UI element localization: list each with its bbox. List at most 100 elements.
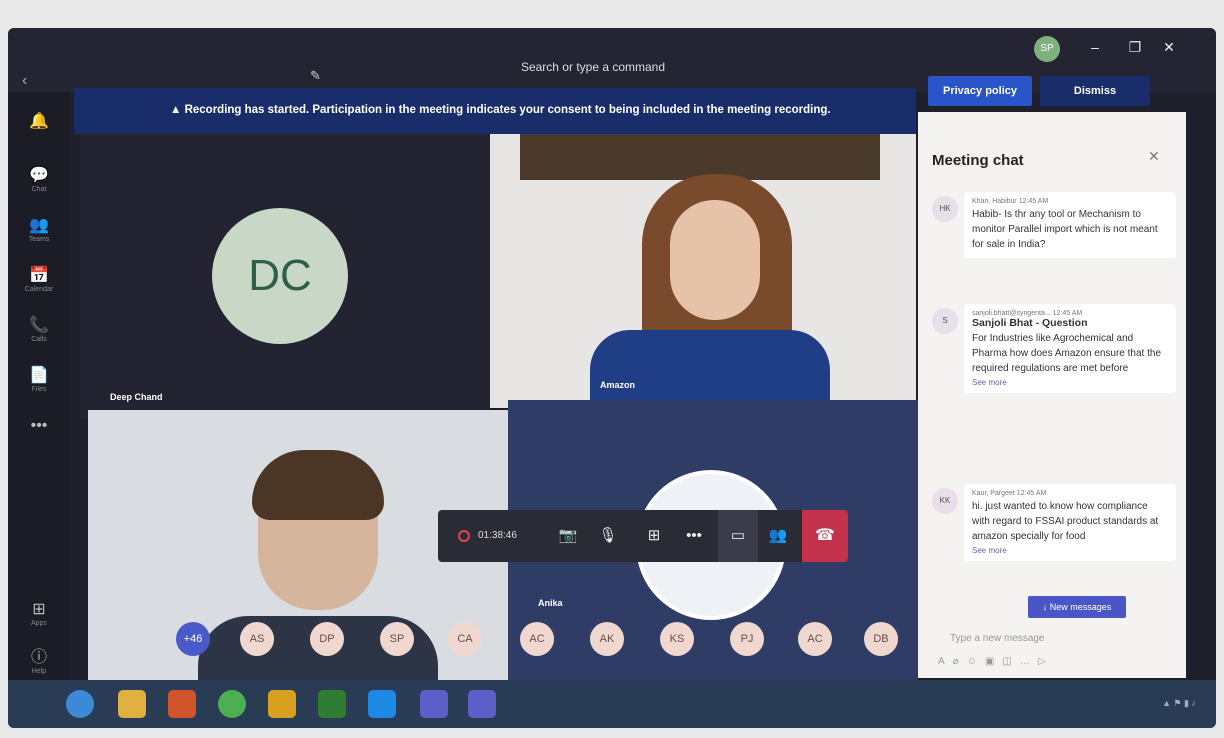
close-window-button[interactable]: ✕ [1158,36,1180,58]
more-participants-bubble[interactable]: +46 [176,622,210,656]
mic-icon: 🎙 [598,527,618,544]
participant-bubble[interactable]: AK [590,622,624,656]
meeting-chat-panel: Meeting chat ✕ HK Khan, Habibur 12:45 AM… [918,112,1186,678]
gif-icon[interactable]: ▣ [985,656,1002,667]
search-input[interactable]: Search or type a command [478,54,708,80]
participant-avatar: DC [212,208,348,344]
new-messages-button[interactable]: ↓ New messages [1028,596,1126,618]
camera-off-icon: 📷 [558,527,578,544]
teams-window: ‹ ✎ Search or type a command SP – ❐ ✕ 🔔 … [8,28,1216,728]
avatar[interactable]: SP [1034,36,1060,62]
teams-meeting-icon[interactable] [468,690,496,718]
see-more-link[interactable]: See more [972,546,1168,555]
avatar: S [932,308,958,334]
message-body: Habib- Is thr any tool or Mechanism to m… [972,209,1158,250]
participant-bubble[interactable]: SP [380,622,414,656]
file-explorer-icon[interactable] [118,690,146,718]
video-feed-body [590,330,830,408]
participant-bubble[interactable]: PJ [730,622,764,656]
camera-button[interactable]: 📷 [548,510,588,562]
left-rail: 🔔 💬 Chat 👥 Teams 📅 Calendar 📞 Calls 📄 Fi… [8,92,70,682]
participant-bubble[interactable]: KS [660,622,694,656]
participants-button[interactable]: 👥 [758,510,798,562]
calendar-button[interactable]: 📅 Calendar [18,266,60,308]
message-card: sanjoli.bhatt@syngenta... 12:45 AM Sanjo… [964,304,1176,393]
video-tile-amazon[interactable]: Amazon [490,134,916,408]
back-arrow-icon[interactable]: ‹ [22,72,27,90]
recording-banner: ▲ Recording has started. Participation i… [74,88,916,134]
video-tile-dc[interactable]: DC Deep Chand [80,134,490,418]
apps-icon: ⊞ [32,601,46,618]
participant-bubble[interactable]: CA [448,622,482,656]
activity-button[interactable]: 🔔 [18,112,60,154]
message-meta: Kaur, Pargeet 12:45 AM [972,490,1047,497]
wall-art [520,134,880,180]
see-more-link[interactable]: See more [972,378,1168,387]
video-feed-face [670,200,760,320]
ie-icon[interactable] [368,690,396,718]
send-icon[interactable]: ▷ [1038,656,1054,667]
format-icon[interactable]: A [938,656,953,667]
rail-label: Teams [28,236,50,243]
compose-toolbar: A⌀☺▣◫…▷ [938,656,1178,674]
more-icon: ••• [30,417,48,434]
media-player-icon[interactable] [168,690,196,718]
apps-button[interactable]: ⊞ Apps [18,600,60,642]
participant-bubble[interactable]: AC [520,622,554,656]
more-actions-button[interactable]: ••• [674,510,714,562]
attach-icon[interactable]: ⌀ [953,656,967,667]
calls-icon: 📞 [29,317,49,334]
chat-button[interactable]: 💬 Chat [18,166,60,208]
recording-icon [458,530,470,542]
rail-label: Apps [31,620,47,627]
teams-icon[interactable] [420,690,448,718]
more-apps-button[interactable]: ••• [18,416,60,458]
participant-bubble[interactable]: AS [240,622,274,656]
dismiss-button[interactable]: Dismiss [1040,76,1150,106]
participant-name: Anika [538,598,563,608]
recording-notice: ▲ Recording has started. Participation i… [170,104,831,116]
calls-button[interactable]: 📞 Calls [18,316,60,358]
mic-button[interactable]: 🎙 [588,510,628,562]
excel-icon[interactable] [318,690,346,718]
teams-icon: 👥 [29,217,49,234]
participant-bubble[interactable]: DB [864,622,898,656]
call-timer: 01:38:46 [478,530,517,541]
message-meta: Khan, Habibur 12:45 AM [972,198,1049,205]
minimize-button[interactable]: – [1084,36,1106,58]
avatar: HK [932,196,958,222]
participant-name: Amazon [600,380,636,390]
compose-icon[interactable]: ✎ [310,68,321,84]
help-icon: ⓘ [30,649,47,666]
folder-icon[interactable] [268,690,296,718]
avatar: KK [932,488,958,514]
participant-bubble[interactable]: DP [310,622,344,656]
message-input[interactable]: Type a new message [932,628,1172,650]
close-icon[interactable]: ✕ [1148,148,1160,165]
chrome-icon[interactable] [218,690,246,718]
message-meta: sanjoli.bhatt@syngenta... 12:45 AM [972,310,1083,317]
bell-icon: 🔔 [29,113,49,130]
files-icon: 📄 [29,367,49,384]
system-tray: ▲ ⚑ ▮ ♪ [1162,698,1196,708]
emoji-icon[interactable]: ☺ [967,656,985,667]
maximize-button[interactable]: ❐ [1124,36,1146,58]
sticker-icon[interactable]: ◫ [1002,656,1019,667]
windows-taskbar: ▲ ⚑ ▮ ♪ [8,680,1216,728]
chat-toggle-button[interactable]: ▭ [718,510,758,562]
teams-button[interactable]: 👥 Teams [18,216,60,258]
privacy-policy-button[interactable]: Privacy policy [928,76,1032,106]
participant-bubble[interactable]: AC [798,622,832,656]
more-icon[interactable]: … [1020,656,1038,667]
chat-icon: ▭ [730,527,746,544]
video-feed-hair [252,450,384,520]
hang-up-button[interactable]: ☎ [802,510,848,562]
rail-label: Calendar [24,286,54,293]
share-button[interactable]: ⊞ [634,510,674,562]
call-controls: 01:38:46 📷 🎙 ⊞ ••• ▭ 👥 ☎ [438,510,848,562]
start-button-icon[interactable] [66,690,94,718]
calendar-icon: 📅 [29,267,49,284]
chat-icon: 💬 [29,167,49,184]
title-bar: ‹ ✎ Search or type a command SP – ❐ ✕ [8,28,1216,92]
files-button[interactable]: 📄 Files [18,366,60,408]
